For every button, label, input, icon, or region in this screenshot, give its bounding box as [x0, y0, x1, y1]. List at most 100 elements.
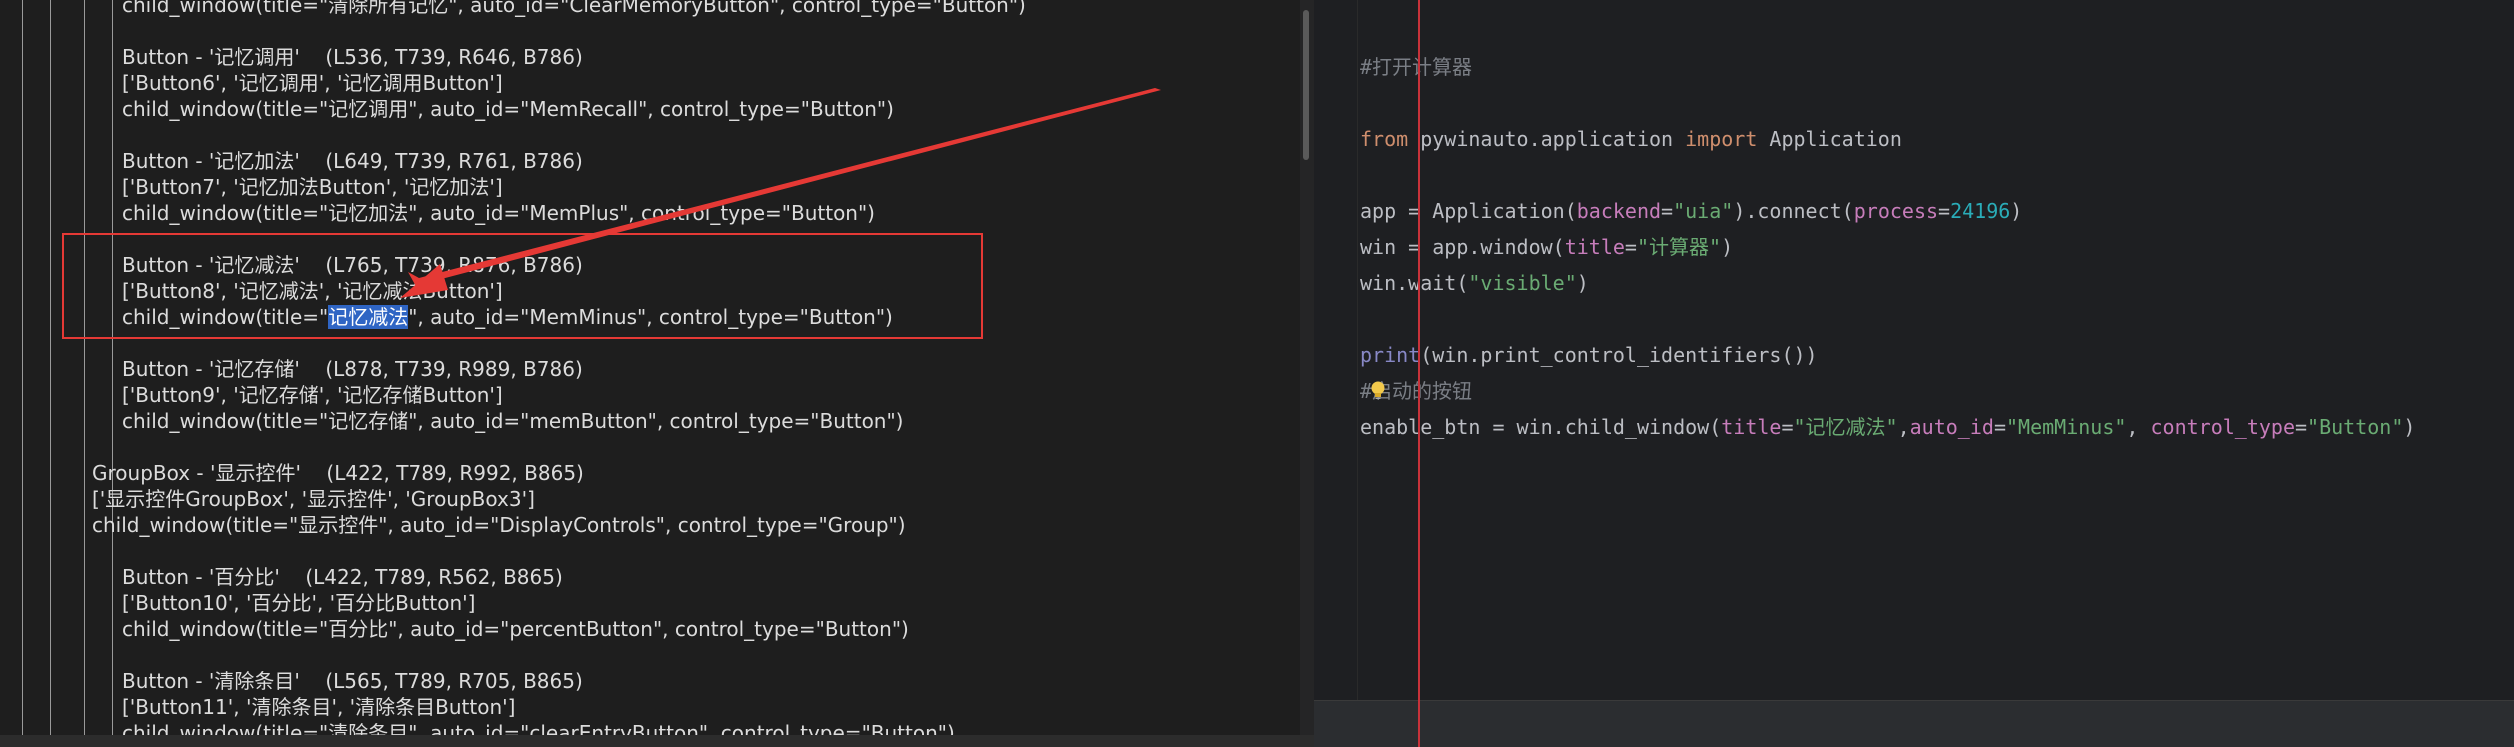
op-eq: =: [1781, 415, 1794, 439]
tree-line: child_window(title="百分比", auto_id="perce…: [0, 616, 1300, 642]
op-eq: =: [1661, 199, 1674, 223]
tree-line: Button - '记忆加法' (L649, T739, R761, B786): [0, 148, 1300, 174]
tree-line-text: Button - '百分比' (L422, T789, R562, B865): [122, 564, 563, 590]
tree-line: ['Button7', '记忆加法Button', '记忆加法']: [0, 174, 1300, 200]
param-backend: backend: [1576, 199, 1662, 223]
tree-line: Button - '记忆存储' (L878, T739, R989, B786): [0, 356, 1300, 382]
str-mem-minus-id: "MemMinus": [2005, 415, 2127, 439]
code-line-print: print(win.print_control_identifiers()): [1360, 340, 1818, 370]
editor-gutter: [1314, 0, 1358, 700]
tree-line-text-part: child_window(title="记忆加法", auto_id="MemP…: [122, 201, 875, 225]
tree-line: [0, 122, 1300, 148]
code-line-wait: win.wait("visible"): [1360, 268, 1589, 298]
tree-line-text-part: child_window(title="显示控件", auto_id="Disp…: [92, 513, 906, 537]
close-paren: ): [2403, 415, 2416, 439]
tree-line-text-part: ['Button6', '记忆调用', '记忆调用Button']: [122, 71, 503, 95]
lightbulb-icon[interactable]: [1369, 380, 1387, 400]
left-scroll-thumb[interactable]: [1303, 10, 1309, 160]
tree-line: [0, 18, 1300, 44]
code-line-win: win = app.window(title="计算器"): [1360, 232, 1733, 262]
tree-line-text: ['Button6', '记忆调用', '记忆调用Button']: [122, 70, 503, 96]
kw-from: from: [1360, 127, 1409, 151]
param-process: process: [1853, 199, 1939, 223]
editor-scrollbar[interactable]: [2500, 0, 2514, 700]
editor-bottom-panel: [1314, 700, 2514, 747]
close-paren: ): [1576, 271, 1589, 295]
builtin-print: print: [1360, 343, 1421, 367]
tree-line-text: child_window(title="记忆调用", auto_id="MemR…: [122, 96, 894, 122]
tree-line: child_window(title="显示控件", auto_id="Disp…: [0, 512, 1300, 538]
tree-line-text-part: child_window(title="记忆存储", auto_id="memB…: [122, 409, 904, 433]
tree-line: ['Button9', '记忆存储', '记忆存储Button']: [0, 382, 1300, 408]
tree-line-text-part: Button - '百分比' (L422, T789, R562, B865): [122, 565, 563, 589]
tree-line-text-part: ['Button11', '清除条目', '清除条目Button']: [122, 695, 516, 719]
tree-line-text: child_window(title="记忆加法", auto_id="MemP…: [122, 200, 875, 226]
tree-line: Button - '记忆调用' (L536, T739, R646, B786): [0, 44, 1300, 70]
tree-line-text-part: GroupBox - '显示控件' (L422, T789, R992, B86…: [92, 461, 584, 485]
tree-line-text-part: child_window(title="百分比", auto_id="perce…: [122, 617, 909, 641]
tree-line-text: Button - '清除条目' (L565, T789, R705, B865): [122, 668, 583, 694]
win-assign: win = app.window(: [1360, 235, 1565, 259]
left-bottom-bar: [0, 735, 1314, 747]
tree-line-text: ['显示控件GroupBox', '显示控件', 'GroupBox3']: [92, 486, 535, 512]
tree-line-text: Button - '记忆加法' (L649, T739, R761, B786): [122, 148, 583, 174]
tree-line-text: Button - '记忆调用' (L536, T739, R646, B786): [122, 44, 583, 70]
code-line-enable-btn: enable_btn = win.child_window(title="记忆减…: [1360, 412, 2415, 442]
tree-line: child_window(title="清除所有记忆", auto_id="Cl…: [0, 0, 1300, 18]
wait-call: win.wait(: [1360, 271, 1469, 295]
tree-line-text-part: child_window(title="记忆调用", auto_id="MemR…: [122, 97, 894, 121]
enable-assign: enable_btn = win.child_window(: [1360, 415, 1722, 439]
str-mem-minus-title: "记忆减法": [1793, 415, 1898, 439]
tree-line: Button - '清除条目' (L565, T789, R705, B865): [0, 668, 1300, 694]
tree-line: Button - '百分比' (L422, T789, R562, B865): [0, 564, 1300, 590]
print-args: (win.print_control_identifiers()): [1420, 343, 1818, 367]
op-eq: =: [2295, 415, 2308, 439]
num-pid: 24196: [1950, 199, 2011, 223]
import-module: pywinauto.application: [1408, 127, 1686, 151]
tree-line: ['Button11', '清除条目', '清除条目Button']: [0, 694, 1300, 720]
kw-import: import: [1685, 127, 1758, 151]
code-line-import: from pywinauto.application import Applic…: [1360, 124, 1902, 154]
tree-line-text: Button - '记忆存储' (L878, T739, R989, B786): [122, 356, 583, 382]
connect-call: ).connect(: [1733, 199, 1854, 223]
tree-line-text-part: ['Button9', '记忆存储', '记忆存储Button']: [122, 383, 503, 407]
tree-line-text: child_window(title="记忆存储", auto_id="memB…: [122, 408, 903, 434]
tree-line-text: ['Button10', '百分比', '百分比Button']: [122, 590, 475, 616]
code-comment-open-calculator: #打开计算器: [1360, 55, 1473, 79]
tree-line-text-part: Button - '记忆加法' (L649, T739, R761, B786): [122, 149, 583, 173]
tree-line-text-part: ['显示控件GroupBox', '显示控件', 'GroupBox3']: [92, 487, 535, 511]
tree-line: ['Button10', '百分比', '百分比Button']: [0, 590, 1300, 616]
code-line-app: app = Application(backend="uia").connect…: [1360, 196, 2022, 226]
tree-line: ['显示控件GroupBox', '显示控件', 'GroupBox3']: [0, 486, 1300, 512]
op-eq: =: [1938, 199, 1951, 223]
tree-line-text: GroupBox - '显示控件' (L422, T789, R992, B86…: [92, 460, 584, 486]
str-uia: "uia": [1673, 199, 1734, 223]
param-title: title: [1721, 415, 1782, 439]
close-paren: ): [1721, 235, 1734, 259]
tree-line: child_window(title="记忆调用", auto_id="MemR…: [0, 96, 1300, 122]
str-button: "Button": [2307, 415, 2404, 439]
tree-line: [0, 434, 1300, 460]
param-title: title: [1564, 235, 1625, 259]
tree-line-text: child_window(title="清除所有记忆", auto_id="Cl…: [122, 0, 1026, 18]
tree-line: child_window(title="记忆加法", auto_id="MemP…: [0, 200, 1300, 226]
param-control-type: control_type: [2150, 415, 2296, 439]
tree-line-text-part: child_window(title="清除所有记忆", auto_id="Cl…: [122, 0, 1026, 17]
margin-guide-line: [1418, 0, 1420, 747]
left-scrollbar[interactable]: [1300, 0, 1314, 739]
tree-line-text: child_window(title="百分比", auto_id="perce…: [122, 616, 909, 642]
highlight-box: [62, 233, 983, 339]
import-name: Application: [1757, 127, 1902, 151]
control-tree-output-pane: child_window(title="清除所有记忆", auto_id="Cl…: [0, 0, 1300, 739]
close-paren: ): [2010, 199, 2023, 223]
tree-line-text: ['Button9', '记忆存储', '记忆存储Button']: [122, 382, 503, 408]
tree-line-text: ['Button11', '清除条目', '清除条目Button']: [122, 694, 515, 720]
tree-line: GroupBox - '显示控件' (L422, T789, R992, B86…: [0, 460, 1300, 486]
tree-line: ['Button6', '记忆调用', '记忆调用Button']: [0, 70, 1300, 96]
str-calculator: "计算器": [1636, 235, 1722, 259]
param-auto-id: auto_id: [1909, 415, 1994, 439]
tree-line-text-part: ['Button10', '百分比', '百分比Button']: [122, 591, 476, 615]
comma: ,: [1897, 415, 1910, 439]
tree-line-text-part: Button - '记忆调用' (L536, T739, R646, B786): [122, 45, 583, 69]
tree-line-text: ['Button7', '记忆加法Button', '记忆加法']: [122, 174, 503, 200]
